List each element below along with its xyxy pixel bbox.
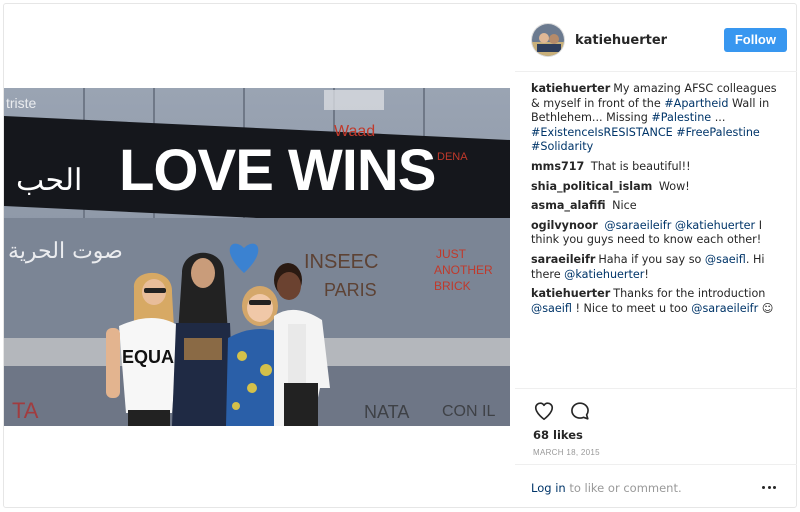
post-photo[interactable]: triste Waad DENA الحب LOVE WINS صوت الحر… [4,88,510,426]
header-divider [515,71,797,72]
comment-text: ! Nice to meet u too [571,301,692,315]
post-card: triste Waad DENA الحب LOVE WINS صوت الحر… [3,3,797,508]
svg-text:ANOTHER: ANOTHER [434,263,493,277]
action-bar [533,400,591,422]
svg-text:INSEEC: INSEEC [304,251,378,273]
svg-text:triste: triste [6,95,37,111]
mention[interactable]: @saeifl [705,253,746,266]
hashtag[interactable]: #FreePalestine [676,126,760,139]
shirt-text: EQUA [122,347,174,367]
comment-author[interactable]: ogilvynoor [531,219,598,232]
svg-text:JUST: JUST [436,247,467,261]
svg-text:الحب: الحب [16,163,82,198]
comment-text: Haha if you say so [598,252,705,266]
hashtag[interactable]: #Palestine [651,111,711,124]
comment-author[interactable]: katiehuerter [531,82,610,95]
svg-text:CON IL: CON IL [442,403,495,420]
follow-button[interactable]: Follow [723,28,787,52]
comment-author[interactable]: saraeileifr [531,253,595,266]
comment-author[interactable]: shia_political_islam [531,180,652,193]
mention[interactable]: @saeifl [531,302,572,315]
comment: saraeileifr Haha if you say so @saeifl. H… [531,253,777,282]
svg-text:DENA: DENA [437,151,468,163]
comment: ogilvynoor @saraeileifr @katiehuerter I … [531,219,777,248]
comment-author[interactable]: asma_alafifi [531,199,606,212]
comment-text: That is beautiful!! [590,159,691,173]
caption-text: ... [711,111,726,125]
comment-text: ! [644,267,649,281]
svg-text:PARIS: PARIS [324,280,377,300]
mention[interactable]: @katiehuerter [564,268,644,281]
comment: asma_alafifi Nice [531,199,777,214]
post-header: katiehuerter Follow [531,18,787,62]
comment-author[interactable]: katiehuerter [531,287,610,300]
login-link[interactable]: Log in [531,481,566,495]
mention[interactable]: @saraeileifr [604,219,671,232]
post-date: MARCH 18, 2015 [533,448,600,457]
mention[interactable]: @saraeileifr [691,302,758,315]
comment-author[interactable]: mms717 [531,160,584,173]
photo-main-text: LOVE WINS [119,138,435,203]
caption: katiehuerter My amazing AFSC colleagues &… [531,82,777,155]
comment-text: Thanks for the introduction [613,287,766,301]
comment-text: Nice [612,199,637,213]
likes-count[interactable]: 68 likes [533,428,583,442]
svg-text:TA: TA [12,398,39,423]
comment: shia_political_islam Wow! [531,180,777,195]
hashtag[interactable]: #Solidarity [531,140,593,153]
svg-text:صوت الحرية: صوت الحرية [8,239,123,264]
avatar[interactable] [531,23,565,57]
hashtag[interactable]: #ExistenceIsRESISTANCE [531,126,673,139]
avatar-image [532,24,564,56]
actions-divider [515,388,797,389]
more-options-icon[interactable] [762,486,776,490]
login-prompt: Log in to like or comment. [531,481,682,495]
hashtag[interactable]: #Apartheid [664,97,728,110]
heart-icon[interactable] [533,400,555,422]
comment-icon[interactable] [569,400,591,422]
mention[interactable]: @katiehuerter [675,219,755,232]
comment-text: ☺ [758,301,774,315]
svg-text:NATA: NATA [364,402,409,422]
login-text: to like or comment. [565,481,682,495]
comment-text: Wow! [658,179,690,193]
svg-text:BRICK: BRICK [434,279,471,293]
comments-list: katiehuerter My amazing AFSC colleagues &… [531,82,777,321]
footer-divider [515,464,797,465]
comment: katiehuerter Thanks for the introduction … [531,287,777,316]
username[interactable]: katiehuerter [575,33,724,48]
comment: mms717 That is beautiful!! [531,160,777,175]
photo-illustration: triste Waad DENA الحب LOVE WINS صوت الحر… [4,88,510,426]
